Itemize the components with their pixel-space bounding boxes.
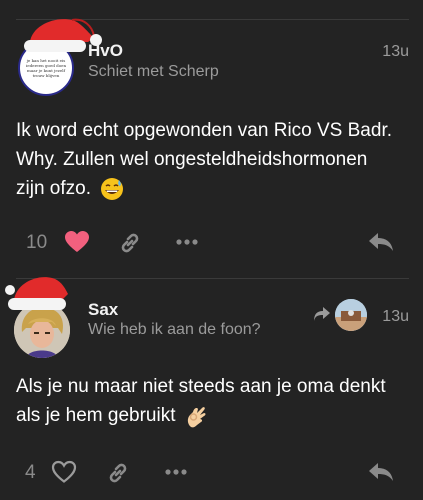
santa-hat-icon bbox=[5, 277, 68, 310]
reply-icon[interactable] bbox=[368, 462, 394, 482]
reply-to-avatar[interactable] bbox=[335, 299, 367, 331]
post-body: Als je nu maar niet steeds aan je oma de… bbox=[16, 372, 416, 430]
like-count[interactable]: 4 bbox=[25, 462, 36, 484]
more-options-icon[interactable] bbox=[165, 468, 187, 476]
link-icon[interactable] bbox=[106, 461, 130, 485]
reply-to-avatar-photo bbox=[335, 299, 367, 331]
user-title: Wie heb ik aan de foon? bbox=[88, 321, 261, 338]
post-body-line: als je hem gebruikt bbox=[16, 405, 176, 426]
post-2: Sax Wie heb ik aan de foon? 13u Als je n… bbox=[0, 0, 423, 500]
ok-hand-emoji-icon bbox=[187, 407, 206, 428]
heart-outline-icon[interactable] bbox=[51, 460, 77, 484]
post-body-line: Als je nu maar niet steeds aan je oma de… bbox=[16, 376, 386, 397]
post-body-line-last: als je hem gebruikt bbox=[16, 401, 416, 430]
username[interactable]: Sax bbox=[88, 300, 118, 320]
reply-to-arrow-icon[interactable] bbox=[313, 306, 331, 322]
post-time[interactable]: 13u bbox=[382, 308, 409, 326]
